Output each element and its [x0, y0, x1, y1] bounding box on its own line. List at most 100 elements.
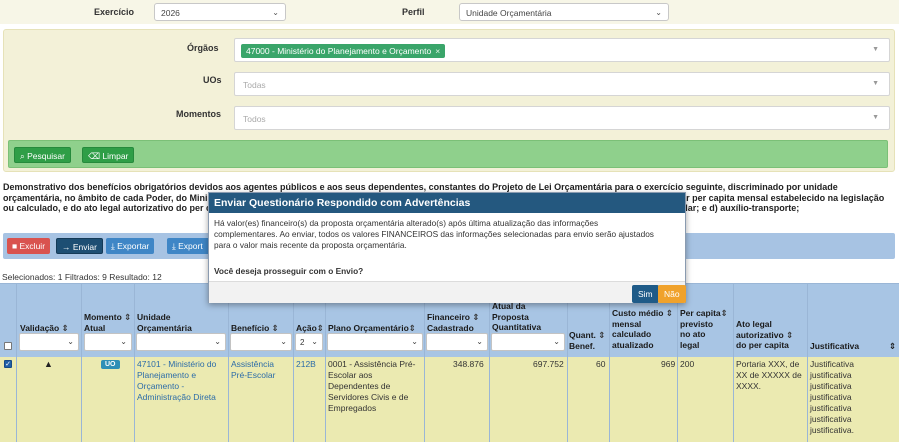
filter-acao-value: 2 [300, 338, 305, 347]
momentos-select[interactable]: Todos ▼ [234, 106, 890, 130]
col-quant[interactable]: Quant. ⇕ Benef. [569, 330, 605, 351]
sort-icon: ⇕ [124, 312, 132, 322]
col-divider [567, 283, 568, 442]
beneficio-cell[interactable]: Assistência Pré-Escolar [231, 359, 275, 381]
col-plano-label: Plano Orçamentário [328, 323, 409, 333]
col-acao[interactable]: Ação⇕ [296, 323, 324, 334]
perfil-label: Perfil [402, 7, 425, 17]
unidade-cell[interactable]: 47101 - Ministério do Planejamento e Orçam… [137, 359, 216, 403]
col-ato-line3: do per capita [736, 340, 789, 350]
sort-icon: ⇕ [271, 323, 279, 333]
row-checkbox[interactable]: ✓ [4, 360, 12, 368]
col-justificativa[interactable]: Justificativa [810, 341, 859, 352]
col-validacao[interactable]: Validação ⇕ [20, 323, 69, 334]
send-label: Enviar [72, 242, 97, 252]
col-quant-line2: Benef. [569, 340, 595, 351]
momentos-placeholder: Todos [243, 114, 266, 124]
col-beneficio-label: Benefício [231, 323, 270, 333]
financeiro-cell: 348.876 [453, 359, 484, 369]
sort-icon: ⇕ [786, 329, 794, 340]
filter-financeiro[interactable]: ⌄ [426, 333, 488, 351]
col-divider [325, 283, 326, 442]
ato-cell: Portaria XXX, de XX de XXXXX de XXXX. [736, 359, 802, 392]
col-unidade[interactable]: Unidade Orçamentária [137, 312, 192, 333]
col-custo[interactable]: Custo médio ⇕ mensal calculado atualizado [612, 308, 673, 350]
chevron-down-icon: ⌄ [280, 337, 287, 346]
beneficio-line1: Assistência [231, 359, 274, 369]
chevron-down-icon: ⌄ [67, 337, 74, 346]
select-all-checkbox[interactable] [4, 342, 12, 350]
orgaos-multiselect[interactable]: 47000 - Ministério do Planejamento e Orç… [234, 38, 890, 62]
sort-icon: ⇕ [408, 323, 416, 333]
momento-badge: UO [101, 360, 120, 369]
col-divider [424, 283, 425, 442]
exercicio-label: Exercício [94, 7, 135, 17]
search-button[interactable]: ⌕ Pesquisar [14, 147, 71, 163]
export-label: Exportar [117, 241, 150, 251]
chevron-down-icon: ⌄ [311, 337, 318, 346]
col-custo-line1: Custo médio [612, 308, 664, 318]
col-divider [733, 283, 734, 442]
col-momento-line2: Atual [84, 322, 106, 333]
justificativa-line5: justificativa [810, 403, 852, 413]
export-button[interactable]: ⤓ Exportar [106, 238, 155, 254]
justificativa-line3: justificativa [810, 381, 852, 391]
eraser-icon: ⌫ [88, 151, 101, 161]
sort-icon[interactable]: ⇕ [889, 341, 896, 352]
orgao-tag[interactable]: 47000 - Ministério do Planejamento e Orç… [241, 44, 446, 58]
col-plano[interactable]: Plano Orçamentário⇕ [328, 323, 416, 334]
send-button[interactable]: → Enviar [56, 238, 103, 254]
no-button[interactable]: Não [658, 285, 686, 303]
plano-line1: 0001 - Assistência Pré- [328, 359, 416, 369]
justificativa-line1: Justificativa [810, 359, 854, 369]
col-beneficio[interactable]: Benefício ⇕ [231, 323, 279, 334]
filter-beneficio[interactable]: ⌄ [230, 333, 292, 351]
filter-validacao[interactable]: ⌄ [19, 333, 79, 351]
yes-button[interactable]: Sim [632, 285, 659, 303]
sort-icon: ⇕ [316, 323, 324, 333]
custo-cell: 969 [661, 359, 676, 369]
dialog-message-line3: para o valor mais recente da proposta or… [214, 240, 407, 250]
dialog-message-line2: complementares. Ao enviar, todos os valo… [214, 229, 654, 239]
col-financeiro[interactable]: Financeiro ⇕ Cadastrado [427, 312, 479, 333]
plano-line4: Servidores Civis e de [328, 392, 409, 402]
col-proposta[interactable]: Atual da Proposta Quantitativa [492, 301, 541, 333]
col-proposta-line3: Quantitativa [492, 322, 542, 332]
filter-momento[interactable]: ⌄ [84, 333, 132, 351]
col-unidade-line2: Orçamentária [137, 322, 192, 333]
export-alt-button[interactable]: ⤓ Export [167, 238, 211, 254]
delete-button[interactable]: ■ Excluir [7, 238, 51, 254]
orgaos-label: Órgãos [187, 43, 219, 53]
col-percapita[interactable]: Per capita⇕ previsto no ato legal [680, 308, 728, 350]
sort-icon: ⇕ [665, 308, 673, 318]
col-momento-line1: Momento [84, 312, 122, 322]
col-divider [677, 283, 678, 442]
uos-select[interactable]: Todas ▼ [234, 72, 890, 96]
filter-acao[interactable]: 2 ⌄ [295, 333, 323, 351]
warning-icon: ▲ [44, 359, 53, 369]
col-ato-line1: Ato legal [736, 319, 772, 329]
filter-proposta[interactable]: ⌄ [491, 333, 565, 351]
dialog-footer: Sim Não [209, 281, 686, 303]
ato-line1: Portaria XXX, de [736, 359, 800, 369]
col-quant-line1: Quant. [569, 330, 596, 340]
perfil-select[interactable]: Unidade Orçamentária ⌄ [459, 3, 669, 21]
sort-icon: ⇕ [598, 330, 606, 340]
download-icon: ⤓ [111, 241, 115, 251]
chevron-down-icon: ⌄ [272, 8, 279, 17]
justificativa-line7: justificativa. [810, 425, 854, 435]
close-icon[interactable]: × [435, 46, 440, 56]
filter-plano[interactable]: ⌄ [327, 333, 423, 351]
exercicio-select[interactable]: 2026 ⌄ [154, 3, 286, 21]
acao-cell[interactable]: 212B [296, 359, 316, 370]
unidade-line4: Administração Direta [137, 392, 216, 402]
filter-unidade[interactable]: ⌄ [136, 333, 226, 351]
perfil-value: Unidade Orçamentária [466, 8, 552, 18]
col-ato[interactable]: Ato legal autorizativo ⇕ do per capita [736, 319, 793, 351]
col-momento[interactable]: Momento ⇕ Atual [84, 312, 131, 333]
chevron-down-icon: ⌄ [411, 337, 418, 346]
clear-button[interactable]: ⌫ Limpar [82, 147, 135, 163]
selection-counts: Selecionados: 1 Filtrados: 9 Resultado: … [2, 272, 162, 282]
justificativa-line6: justificativa [810, 414, 852, 424]
col-percapita-line1: Per capita [680, 308, 721, 318]
